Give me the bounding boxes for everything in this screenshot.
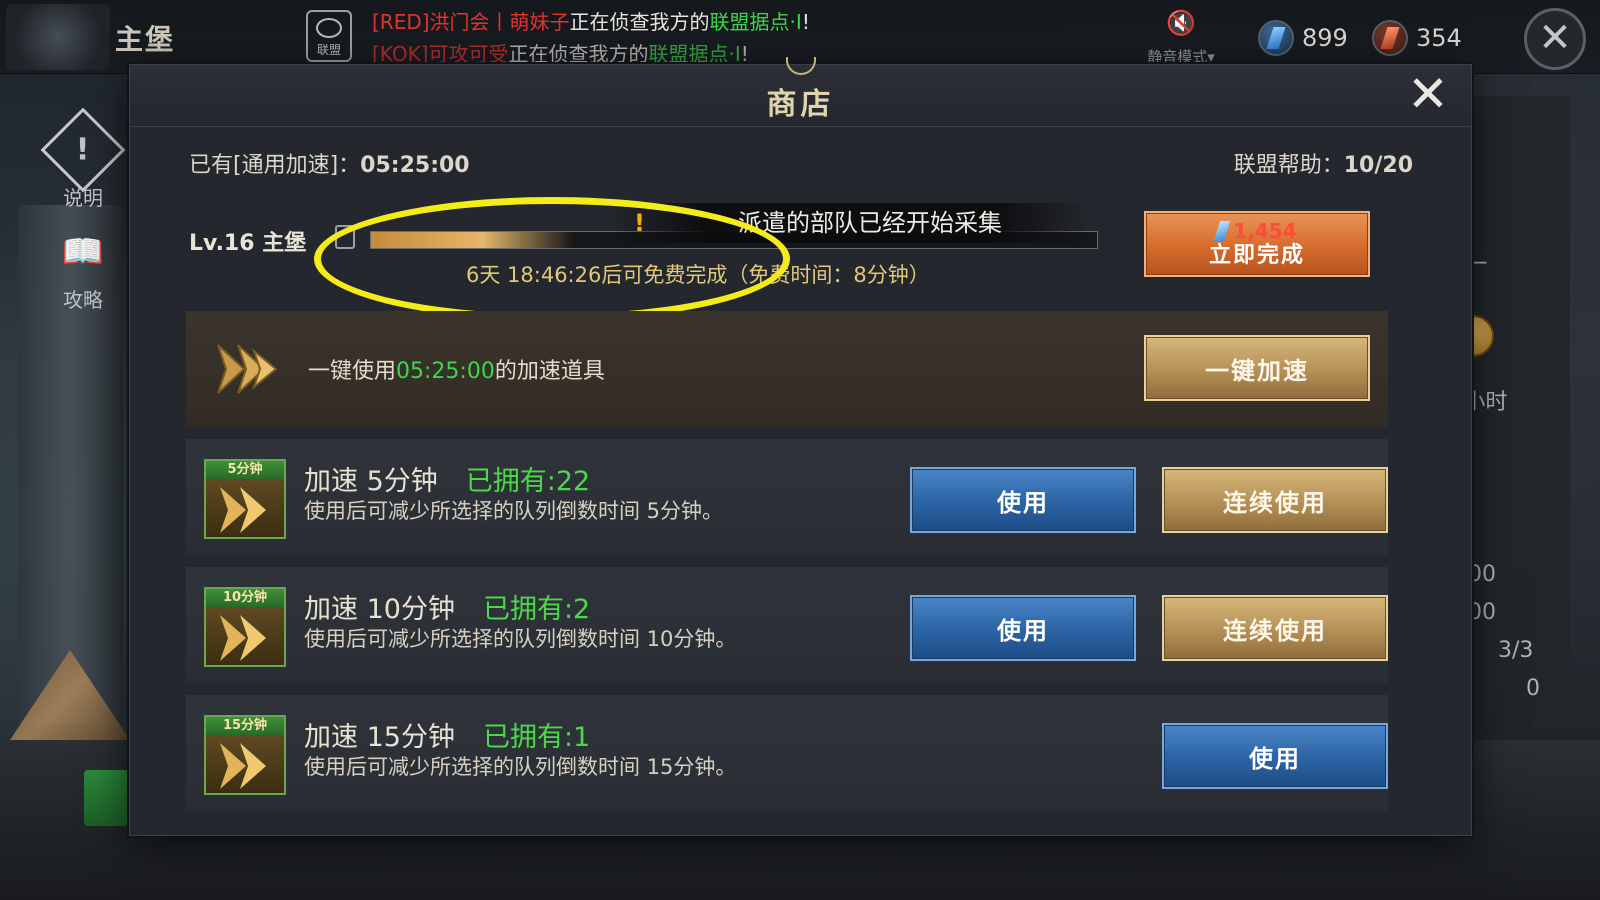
chat-segment: 联盟据点·I [709, 10, 802, 34]
chat-segment: ! [740, 42, 749, 66]
use-button[interactable]: 使用 [1162, 723, 1388, 789]
continuous-use-label: 连续使用 [1223, 487, 1327, 517]
item-description: 使用后可减少所选择的队列倒数时间 15分钟。 [304, 755, 737, 779]
instant-cost-value: 1,454 [1233, 219, 1297, 243]
one-key-speedup-label: 一键加速 [1205, 355, 1309, 385]
use-button[interactable]: 使用 [910, 467, 1136, 533]
item-description: 使用后可减少所选择的队列倒数时间 10分钟。 [304, 627, 737, 651]
modal-close-button[interactable]: ✕ [1405, 69, 1451, 119]
chat-segment: 正在侦查我方的 [508, 42, 649, 66]
diamond-icon [1214, 221, 1231, 241]
blue-gem-counter[interactable]: 899 [1258, 20, 1348, 56]
bg-panel-value-4: 0 [1526, 676, 1540, 701]
use-label: 使用 [997, 615, 1049, 645]
guide-label: 攻略 [63, 288, 103, 312]
chat-segment: [RED]洪门会丨萌妹子 [372, 10, 570, 34]
item-description: 使用后可减少所选择的队列倒数时间 5分钟。 [304, 499, 724, 523]
bg-panel-value-3: 3/3 [1498, 638, 1534, 663]
alliance-help-label: 联盟帮助： [1233, 153, 1344, 178]
item-tag: 15分钟 [206, 717, 284, 735]
alliance-chat-button[interactable]: 联盟 [306, 10, 352, 62]
warning-diamond-icon: ! [40, 107, 126, 193]
progress-fill [371, 232, 575, 248]
chat-message-2[interactable]: [KOK]可攻可受正在侦查我方的联盟据点·I! [372, 38, 749, 67]
one-key-time: 05:25:00 [396, 359, 495, 384]
continuous-use-label: 连续使用 [1223, 615, 1327, 645]
book-icon: 📖 [61, 232, 105, 272]
continuous-use-button[interactable]: 连续使用 [1162, 467, 1388, 533]
speedup-5min-icon: 5分钟 [204, 459, 286, 539]
mute-mode-toggle[interactable]: 🔇 静音模式▾ [1136, 10, 1226, 67]
item-name-text: 加速 10分钟 [304, 594, 455, 625]
owned-count: 已拥有:2 [482, 594, 591, 625]
back-emblem-icon[interactable] [6, 4, 110, 70]
modal-title: 商店 [766, 87, 835, 122]
help-button[interactable]: ! 说明 [40, 107, 126, 211]
warning-icon: ! [634, 209, 645, 237]
speedup-arrows-icon [217, 344, 278, 394]
one-key-description: 一键使用05:25:00的加速道具 [308, 353, 605, 385]
use-label: 使用 [997, 487, 1049, 517]
red-gem-icon [1372, 20, 1408, 56]
instant-complete-label: 立即完成 [1208, 242, 1305, 268]
shop-modal: 商店 ✕ 已有[通用加速]：05:25:00 联盟帮助：10/20 Lv.16 … [129, 57, 1472, 836]
close-icon[interactable]: ✕ [1524, 8, 1586, 70]
instant-cost: 1,454 [1214, 219, 1297, 243]
item-name-text: 加速 5分钟 [304, 466, 438, 497]
blue-gem-icon [1258, 20, 1294, 56]
red-gem-counter[interactable]: 354 [1372, 20, 1462, 56]
one-key-prefix: 一键使用 [308, 359, 397, 384]
list-item: 15分钟 加速 15分钟 已拥有:1 使用后可减少所选择的队列倒数时间 15分钟。… [186, 695, 1388, 811]
use-button[interactable]: 使用 [910, 595, 1136, 661]
chat-message-1[interactable]: [RED]洪门会丨萌妹子正在侦查我方的联盟据点·I! [372, 6, 810, 35]
speedup-item-list[interactable]: 5分钟 加速 5分钟 已拥有:22 使用后可减少所选择的队列倒数时间 5分钟。 使… [186, 439, 1388, 835]
one-key-suffix: 的加速道具 [494, 359, 605, 384]
hammer-icon [335, 225, 355, 249]
chat-segment: [KOK]可攻可受 [372, 42, 509, 66]
speaker-muted-icon: 🔇 [1166, 9, 1196, 37]
one-key-speedup-button[interactable]: 一键加速 [1144, 335, 1370, 401]
item-tag: 10分钟 [206, 589, 284, 607]
list-item: 10分钟 加速 10分钟 已拥有:2 使用后可减少所选择的队列倒数时间 10分钟。… [186, 567, 1388, 683]
guide-button[interactable]: 📖 攻略 [48, 222, 118, 313]
owned-count: 已拥有:22 [465, 466, 591, 497]
modal-header: 商店 ✕ [130, 57, 1471, 127]
ornament-icon [785, 57, 816, 75]
owned-speedup-label: 已有[通用加速]： [189, 153, 361, 178]
item-name: 加速 15分钟 已拥有:1 [304, 715, 590, 754]
building-level: Lv.16 主堡 [189, 231, 307, 256]
page-title: 主堡 [115, 23, 176, 56]
owned-speedup-value: 05:25:00 [360, 153, 470, 178]
toast-notification: ! 派遣的部队已经开始采集 [610, 203, 1090, 243]
list-item: 5分钟 加速 5分钟 已拥有:22 使用后可减少所选择的队列倒数时间 5分钟。 使… [186, 439, 1388, 555]
instant-complete-button[interactable]: 1,454 立即完成 [1144, 211, 1370, 277]
alliance-help-info: 联盟帮助：10/20 [1234, 147, 1413, 179]
use-label: 使用 [1249, 743, 1301, 773]
alliance-help-value: 10/20 [1343, 153, 1413, 178]
free-finish-countdown: 6天 18:46:26后可免费完成（免费时间：8分钟） [466, 263, 930, 287]
chat-segment: 正在侦查我方的 [569, 10, 710, 34]
red-gem-value: 354 [1416, 24, 1462, 52]
chat-bubble-icon [316, 18, 342, 38]
continuous-use-button[interactable]: 连续使用 [1162, 595, 1388, 661]
chat-segment: ! [801, 10, 810, 34]
chat-segment: 联盟据点·I [648, 42, 741, 66]
blue-gem-value: 899 [1302, 24, 1348, 52]
item-name: 加速 5分钟 已拥有:22 [304, 459, 590, 498]
item-name-text: 加速 15分钟 [304, 722, 455, 753]
one-key-speedup-section: 一键使用05:25:00的加速道具 一键加速 [186, 311, 1388, 427]
owned-speedup-info: 已有[通用加速]：05:25:00 [189, 147, 470, 179]
item-tag: 5分钟 [206, 461, 284, 479]
chat-icon-label: 联盟 [316, 43, 341, 57]
owned-count: 已拥有:1 [482, 722, 591, 753]
item-name: 加速 10分钟 已拥有:2 [304, 587, 590, 626]
toast-text: 派遣的部队已经开始采集 [738, 209, 1002, 237]
speedup-10min-icon: 10分钟 [204, 587, 286, 667]
speedup-15min-icon: 15分钟 [204, 715, 286, 795]
